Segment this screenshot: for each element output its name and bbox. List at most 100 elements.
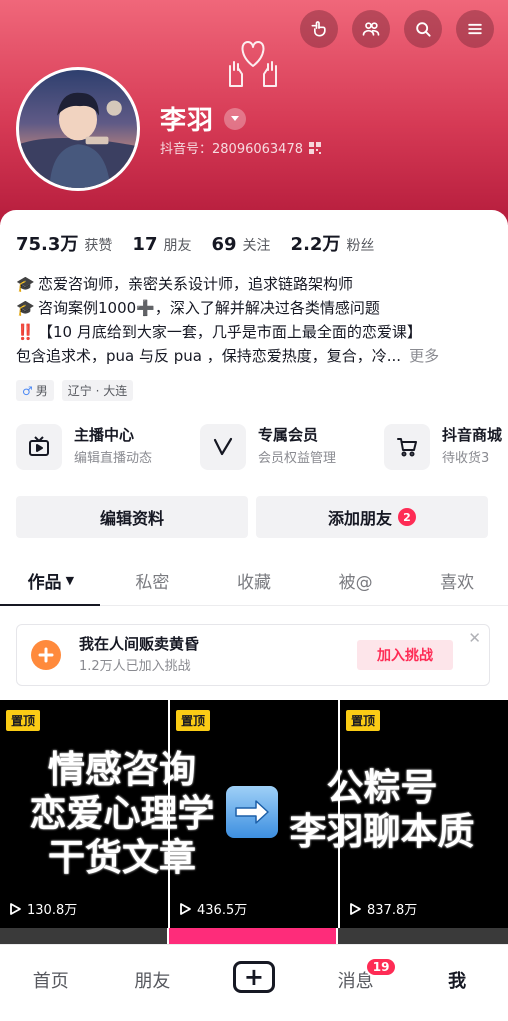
stats-row: 75.3万 获赞 17 朋友 69 关注 2.2万 粉丝: [16, 230, 374, 256]
stat-likes[interactable]: 75.3万 获赞: [16, 230, 112, 256]
menu-button[interactable]: [456, 10, 494, 48]
service-membership[interactable]: 专属会员 会员权益管理: [200, 424, 384, 470]
tab-label: 作品: [27, 573, 62, 593]
nav-home[interactable]: 首页: [0, 945, 102, 1021]
bio-text: 包含追求术，pua 与反 pua ，保持恋爱热度，复合，冷...: [16, 347, 402, 365]
qrcode-icon[interactable]: [308, 141, 321, 154]
service-mall[interactable]: 抖音商城 待收货3: [384, 424, 508, 470]
stat-number: 17: [132, 234, 158, 255]
service-title: 专属会员: [258, 426, 319, 444]
content-tabs: 作品 ▼ 私密 收藏 被@ 喜欢: [0, 556, 508, 606]
account-switch-button[interactable]: [224, 107, 247, 130]
add-friend-badge: 2: [398, 508, 416, 526]
view-count-label: 837.8万: [367, 903, 418, 918]
close-icon[interactable]: ✕: [468, 629, 481, 647]
search-button[interactable]: [404, 10, 442, 48]
male-icon: ♂: [22, 383, 33, 398]
bio-line: 包含追求术，pua 与反 pua ，保持恋爱热度，复合，冷... 更多: [16, 344, 496, 368]
nav-create[interactable]: +: [203, 945, 305, 1021]
tab-mentions[interactable]: 被@: [305, 556, 407, 605]
stat-friends[interactable]: 17 朋友: [132, 234, 191, 255]
play-icon: [180, 902, 191, 915]
stat-following[interactable]: 69 关注: [211, 234, 270, 255]
pinned-badge: 置顶: [346, 710, 381, 731]
nav-friends[interactable]: 朋友: [102, 945, 204, 1021]
view-count-label: 130.8万: [27, 903, 78, 918]
graduation-cap-icon: 🎓: [16, 275, 35, 293]
menu-icon: [468, 23, 482, 35]
location-tag: 辽宁 · 大连: [61, 380, 134, 401]
caret-down-icon: ▼: [65, 574, 75, 587]
tab-label: 喜欢: [440, 573, 475, 593]
gesture-button[interactable]: [300, 10, 338, 48]
bottom-nav: 首页 朋友 + 消息 19 我: [0, 944, 508, 1021]
uid-row[interactable]: 抖音号：28096063478: [160, 138, 321, 157]
heart-hands-icon: [229, 41, 277, 87]
challenge-plus-icon: [31, 640, 61, 670]
view-count: 837.8万: [348, 899, 417, 918]
add-friend-button[interactable]: 添加朋友 2: [256, 496, 488, 538]
tab-label: 私密: [135, 573, 170, 593]
stat-label: 朋友: [163, 238, 192, 254]
service-icon-box: [384, 424, 430, 470]
services-row: 主播中心 编辑直播动态 专属会员 会员权益管理 抖音商城 待收货3: [16, 424, 508, 470]
nav-me[interactable]: 我: [406, 945, 508, 1021]
stat-label: 获赞: [84, 238, 113, 254]
bio-line: ‼️ 【10 月底给到大家一套，几乎是市面上最全面的恋爱课】: [16, 320, 496, 344]
tab-label: 被@: [338, 573, 373, 593]
challenge-title: 我在人间贩卖黄昏: [79, 635, 200, 653]
service-title: 抖音商城: [442, 426, 503, 444]
nav-label: 首页: [32, 971, 69, 992]
edit-profile-label: 编辑资料: [99, 509, 164, 528]
bio-text: 【10 月底给到大家一套，几乎是市面上最全面的恋爱课】: [38, 323, 422, 341]
bio[interactable]: 🎓 恋爱咨询师，亲密关系设计师，追求链路架构师 🎓 咨询案例1000➕，深入了解…: [16, 272, 496, 368]
gesture-icon: [311, 21, 326, 37]
tab-favorites[interactable]: 收藏: [203, 556, 305, 605]
plus-icon: [38, 647, 54, 663]
service-icon-box: [200, 424, 246, 470]
stat-followers[interactable]: 2.2万 粉丝: [291, 230, 375, 256]
stat-label: 粉丝: [346, 238, 375, 254]
name-row: 李羽: [160, 100, 247, 137]
play-icon: [350, 902, 361, 915]
challenge-text: 我在人间贩卖黄昏 1.2万人已加入挑战: [79, 634, 357, 676]
tab-private[interactable]: 私密: [102, 556, 204, 605]
next-row-thumbnail[interactable]: [338, 928, 508, 944]
nav-label: 朋友: [134, 971, 171, 992]
next-row-thumbnail[interactable]: [169, 928, 336, 944]
video-thumbnail[interactable]: 置顶 130.8万: [0, 700, 168, 928]
tv-icon: [29, 436, 49, 456]
stat-number: 2.2万: [290, 234, 341, 255]
friends-icon: [362, 22, 380, 36]
v-icon: [213, 437, 233, 456]
double-exclamation-icon: ‼️: [16, 323, 35, 341]
service-sub: 会员权益管理: [258, 451, 337, 466]
tab-likes[interactable]: 喜欢: [406, 556, 508, 605]
tab-works[interactable]: 作品 ▼: [0, 556, 102, 606]
bio-text: 咨询案例1000➕，深入了解并解决过各类情感问题: [38, 299, 380, 317]
view-count: 436.5万: [178, 899, 247, 918]
nav-messages[interactable]: 消息 19: [305, 945, 407, 1021]
video-thumbnail[interactable]: 置顶 837.8万: [340, 700, 508, 928]
bio-line: 🎓 恋爱咨询师，亲密关系设计师，追求链路架构师: [16, 272, 496, 296]
bio-text: 恋爱咨询师，亲密关系设计师，追求链路架构师: [38, 275, 354, 293]
service-sub: 待收货3: [442, 451, 490, 466]
join-challenge-button[interactable]: 加入挑战: [357, 640, 453, 670]
bio-more-link[interactable]: 更多: [409, 344, 439, 368]
top-toolbar: [300, 10, 494, 48]
gender-tag: ♂ 男: [16, 380, 54, 401]
stat-number: 69: [211, 234, 237, 255]
friends-button[interactable]: [352, 10, 390, 48]
douyin-id: 抖音号：28096063478: [160, 142, 303, 157]
edit-profile-button[interactable]: 编辑资料: [16, 496, 248, 538]
add-friend-label: 添加朋友: [327, 509, 392, 528]
avatar-illustration: [19, 92, 137, 188]
graduation-cap-icon: 🎓: [16, 299, 35, 317]
search-icon: [416, 22, 431, 37]
profile-name: 李羽: [160, 106, 215, 136]
avatar[interactable]: [16, 67, 140, 191]
right-arrow-icon: [226, 786, 278, 838]
next-row-thumbnail[interactable]: [0, 928, 167, 944]
service-live-center[interactable]: 主播中心 编辑直播动态: [16, 424, 200, 470]
challenge-card[interactable]: 我在人间贩卖黄昏 1.2万人已加入挑战 加入挑战 ✕: [16, 624, 490, 686]
